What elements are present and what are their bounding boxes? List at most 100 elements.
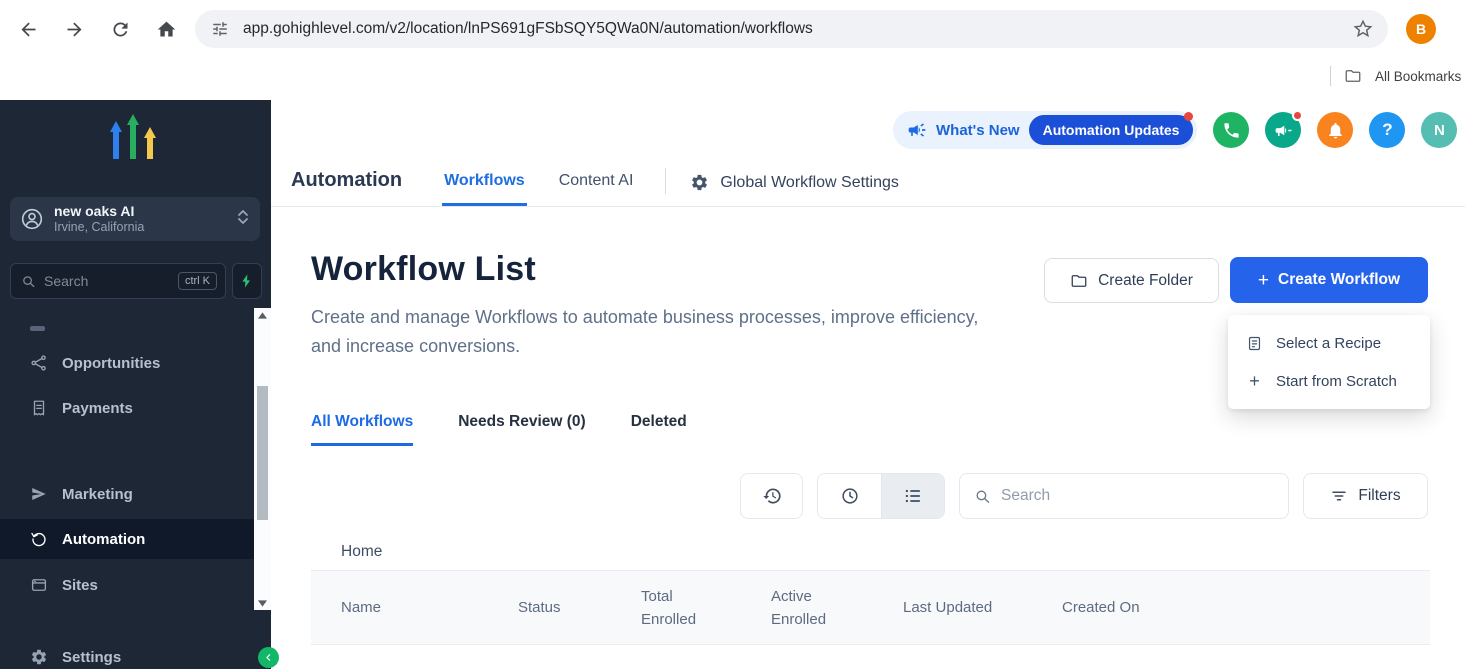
sidebar-scrollbar[interactable] bbox=[254, 308, 271, 610]
scroll-up-icon[interactable] bbox=[254, 308, 271, 322]
recipe-icon bbox=[1246, 335, 1263, 352]
search-shortcut-badge: ctrl K bbox=[178, 272, 217, 290]
all-bookmarks-label[interactable]: All Bookmarks bbox=[1375, 69, 1461, 84]
bookmarks-divider bbox=[1330, 66, 1331, 86]
menu-item-start-from-scratch[interactable]: + Start from Scratch bbox=[1228, 362, 1430, 400]
forward-icon[interactable] bbox=[62, 17, 86, 41]
address-bar[interactable]: app.gohighlevel.com/v2/location/lnPS691g… bbox=[195, 10, 1388, 48]
sidebar-item-label: Settings bbox=[62, 649, 121, 666]
tab-all-workflows[interactable]: All Workflows bbox=[311, 413, 413, 446]
sidebar-item-opportunities[interactable]: Opportunities bbox=[0, 343, 271, 383]
sidebar-item-sites[interactable]: Sites bbox=[0, 565, 271, 605]
column-header-created-on: Created On bbox=[1062, 599, 1430, 616]
account-switcher[interactable]: new oaks AI Irvine, California bbox=[10, 197, 260, 241]
refresh-icon[interactable] bbox=[108, 17, 132, 41]
menu-item-select-recipe[interactable]: Select a Recipe bbox=[1228, 324, 1430, 362]
sidebar-search[interactable]: ctrl K bbox=[10, 263, 226, 299]
clock-icon bbox=[840, 486, 860, 506]
sidebar-item-label: Sites bbox=[62, 577, 98, 594]
filters-button[interactable]: Filters bbox=[1303, 473, 1428, 519]
announcement-icon bbox=[907, 120, 927, 140]
sidebar-item-label: Marketing bbox=[62, 486, 133, 503]
phone-button[interactable] bbox=[1213, 112, 1249, 148]
column-header-status: Status bbox=[518, 599, 641, 616]
notifications-button[interactable] bbox=[1317, 112, 1353, 148]
workflow-tabs: All Workflows Needs Review (0) Deleted bbox=[311, 413, 687, 446]
list-toolbar: Filters bbox=[740, 473, 1428, 519]
breadcrumb[interactable]: Home bbox=[341, 543, 382, 561]
list-icon bbox=[903, 486, 923, 506]
create-folder-button[interactable]: Create Folder bbox=[1044, 258, 1219, 303]
whats-new-label[interactable]: What's New bbox=[936, 122, 1020, 139]
bookmarks-bar bbox=[0, 58, 1465, 100]
global-workflow-settings-link[interactable]: Global Workflow Settings bbox=[690, 173, 898, 206]
notification-dot bbox=[1184, 112, 1193, 121]
sidebar-item-automation[interactable]: Automation bbox=[0, 519, 271, 559]
sidebar-item-label: Automation bbox=[62, 531, 145, 548]
tab-deleted[interactable]: Deleted bbox=[631, 413, 687, 446]
sidebar-item-label: Payments bbox=[62, 400, 133, 417]
url-text[interactable]: app.gohighlevel.com/v2/location/lnPS691g… bbox=[243, 20, 813, 38]
automation-updates-badge[interactable]: Automation Updates bbox=[1029, 115, 1194, 145]
workflow-table: Name Status Total Enrolled Active Enroll… bbox=[311, 570, 1430, 645]
help-button[interactable]: ? bbox=[1369, 112, 1405, 148]
tab-content-ai[interactable]: Content AI bbox=[557, 172, 636, 206]
sidebar-item-label: Opportunities bbox=[62, 355, 160, 372]
bookmarks-folder-icon[interactable] bbox=[1344, 67, 1362, 85]
history-icon bbox=[762, 486, 782, 506]
opportunities-icon bbox=[30, 354, 48, 372]
sidebar-search-input[interactable] bbox=[44, 273, 170, 289]
quick-actions-button[interactable] bbox=[232, 263, 262, 299]
scrollbar-thumb[interactable] bbox=[257, 386, 268, 520]
table-header-row: Name Status Total Enrolled Active Enroll… bbox=[311, 570, 1430, 645]
whats-new-pill[interactable]: What's New Automation Updates bbox=[893, 111, 1197, 149]
bell-icon bbox=[1326, 121, 1345, 140]
settings-gear-icon bbox=[30, 648, 48, 666]
account-text: new oaks AI Irvine, California bbox=[54, 203, 144, 235]
create-workflow-button[interactable]: + Create Workflow bbox=[1230, 257, 1428, 303]
back-icon[interactable] bbox=[16, 17, 40, 41]
search-icon bbox=[974, 488, 991, 505]
list-view-button[interactable] bbox=[881, 474, 944, 518]
sidebar: new oaks AI Irvine, California ctrl K Op… bbox=[0, 100, 271, 669]
bookmark-star-icon[interactable] bbox=[1352, 18, 1374, 40]
tab-needs-review[interactable]: Needs Review (0) bbox=[458, 413, 586, 446]
site-settings-icon[interactable] bbox=[211, 20, 229, 38]
column-header-active-enrolled: Active Enrolled bbox=[771, 585, 843, 631]
question-mark-icon: ? bbox=[1382, 120, 1392, 140]
gear-icon bbox=[690, 173, 709, 192]
account-location: Irvine, California bbox=[54, 220, 144, 235]
sites-icon bbox=[30, 576, 48, 594]
sidebar-item-settings[interactable]: Settings bbox=[0, 637, 271, 669]
clock-view-button[interactable] bbox=[818, 474, 881, 518]
account-avatar-icon bbox=[20, 207, 44, 231]
announcements-button[interactable] bbox=[1265, 112, 1301, 148]
browser-profile-avatar[interactable]: B bbox=[1406, 14, 1436, 44]
home-icon[interactable] bbox=[154, 17, 178, 41]
clipped-nav-item bbox=[30, 326, 45, 331]
page-description: Create and manage Workflows to automate … bbox=[311, 303, 1011, 361]
app-topbar: What's New Automation Updates ? N bbox=[893, 111, 1457, 149]
tab-workflows[interactable]: Workflows bbox=[442, 172, 527, 206]
sidebar-collapse-button[interactable] bbox=[258, 647, 279, 668]
history-button[interactable] bbox=[740, 473, 803, 519]
sidebar-item-payments[interactable]: Payments bbox=[0, 388, 271, 428]
plus-icon: + bbox=[1246, 371, 1263, 392]
workflow-search[interactable] bbox=[959, 473, 1289, 519]
section-title: Automation bbox=[291, 169, 402, 206]
scroll-down-icon[interactable] bbox=[254, 596, 271, 610]
sidebar-item-marketing[interactable]: Marketing bbox=[0, 474, 271, 514]
main-content: What's New Automation Updates ? N bbox=[271, 100, 1465, 669]
header-divider bbox=[665, 168, 666, 194]
account-chevrons-icon bbox=[236, 207, 250, 232]
marketing-icon bbox=[30, 485, 48, 503]
phone-icon bbox=[1222, 121, 1241, 140]
create-workflow-menu: Select a Recipe + Start from Scratch bbox=[1228, 315, 1430, 409]
page-title: Workflow List bbox=[311, 250, 536, 289]
workflow-search-input[interactable] bbox=[1001, 487, 1274, 505]
notification-dot bbox=[1292, 110, 1303, 121]
folder-icon bbox=[1070, 272, 1088, 290]
account-name: new oaks AI bbox=[54, 203, 144, 220]
bookmarks-right: All Bookmarks bbox=[1330, 58, 1461, 94]
user-avatar[interactable]: N bbox=[1421, 112, 1457, 148]
